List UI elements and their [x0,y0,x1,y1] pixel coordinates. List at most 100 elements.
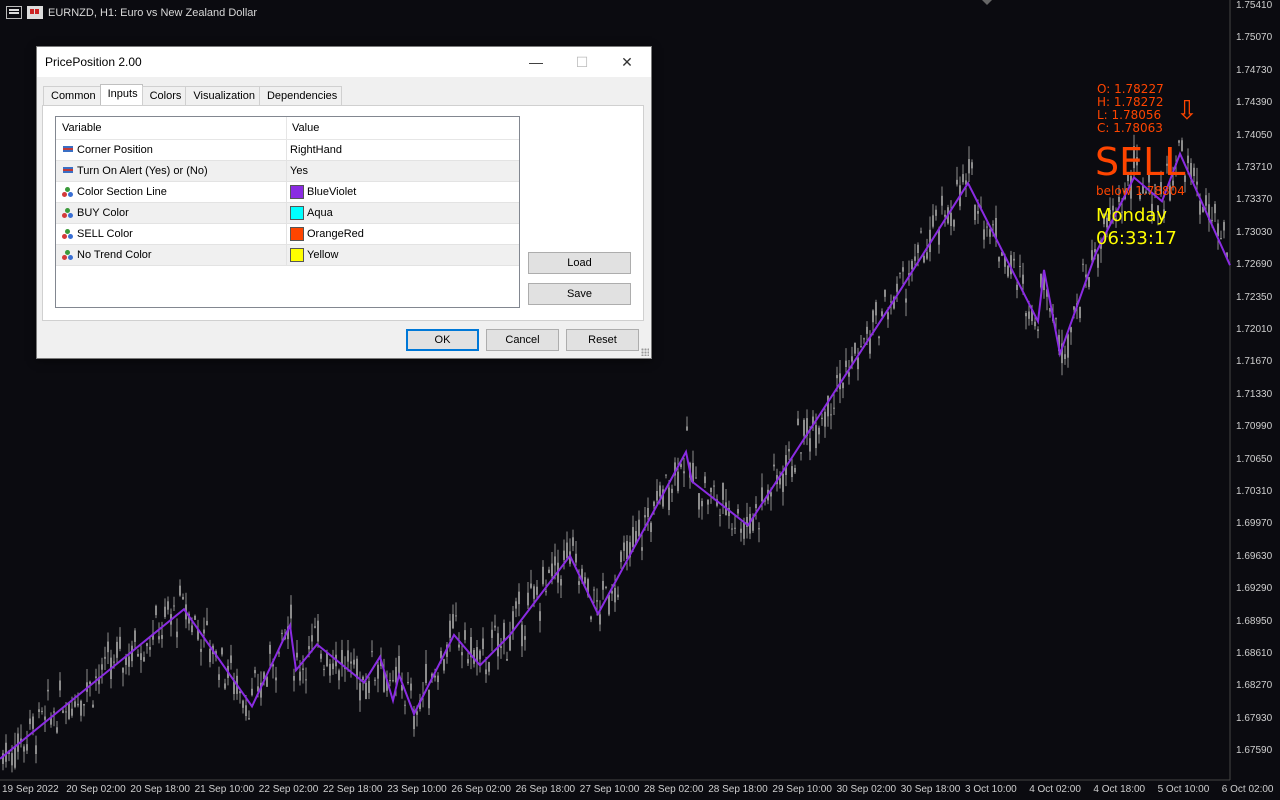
candle-body [56,727,58,733]
candle-body [302,668,304,670]
resize-grip-icon[interactable] [641,348,649,356]
inputs-panel: Variable Value Corner Position RightHand T… [42,105,644,321]
color-swatch[interactable] [290,248,304,262]
candle-body [542,566,544,585]
value-cell[interactable]: Yes [287,161,308,181]
candle-body [803,419,805,436]
candle-body [926,252,928,259]
candle-body [377,664,379,679]
candle-body [734,527,736,529]
candle-body [74,701,76,707]
tab-inputs[interactable]: Inputs [99,84,143,106]
candle-body [584,577,586,584]
one-click-trading-icon[interactable] [27,6,43,19]
candle-body [551,563,553,577]
candle-body [884,289,886,297]
candle-body [539,611,541,621]
candle-body [455,615,457,617]
table-row[interactable]: Color Section Line BlueViolet [56,182,519,203]
chart-title: EURNZD, H1: Euro vs New Zealand Dollar [6,6,257,19]
candle-body [902,267,904,272]
candle-body [194,615,196,620]
candle-body [524,636,526,640]
value-cell[interactable]: Yellow [287,245,338,265]
candle-body [665,474,667,476]
ok-button[interactable]: OK [406,329,479,351]
time-tick-label: 20 Sep 02:00 [66,784,126,795]
color-swatch[interactable] [290,227,304,241]
table-row[interactable]: BUY Color Aqua [56,203,519,224]
tab-dependencies[interactable]: Dependencies [258,86,343,106]
candle-body [818,427,820,435]
candle-body [1079,306,1081,319]
candle-body [143,657,145,662]
tab-visualization[interactable]: Visualization [185,86,260,106]
candle-body [1214,204,1216,214]
candle-body [833,407,835,409]
candle-body [248,718,250,720]
load-button[interactable]: Load [528,252,631,274]
candle-body [638,519,640,537]
candle-body [773,464,775,467]
candle-body [293,675,295,681]
variable-name: Corner Position [77,144,153,156]
candle-body [602,580,604,590]
value-cell[interactable]: RightHand [287,140,342,160]
table-row[interactable]: SELL Color OrangeRed [56,224,519,245]
candle-body [671,488,673,493]
candle-body [866,326,868,334]
minimize-button[interactable]: — [513,47,559,77]
lines-icon [62,144,74,156]
chart-shift-marker[interactable] [982,0,992,5]
candle-body [1088,277,1090,287]
candle-body [71,708,73,716]
price-tick-label: 1.72010 [1236,324,1273,335]
candle-body [644,515,646,518]
candle-body [650,522,652,533]
candle-body [809,438,811,452]
symbol-menu-icon[interactable] [6,6,22,19]
cancel-button[interactable]: Cancel [486,329,559,351]
price-tick-label: 1.69970 [1236,518,1273,530]
candle-body [506,659,508,661]
candle-body [398,656,400,674]
table-row[interactable]: Corner Position RightHand [56,140,519,161]
value-cell[interactable]: Aqua [287,203,333,223]
candle-body [854,342,856,354]
candle-body [536,586,538,595]
table-row[interactable]: No Trend Color Yellow [56,245,519,266]
candle-body [395,666,397,683]
candle-body [821,417,823,420]
candle-body [449,620,451,638]
candle-body [623,542,625,551]
column-value[interactable]: Value [287,117,319,139]
color-swatch[interactable] [290,206,304,220]
value-cell[interactable]: OrangeRed [287,224,364,244]
candle-body [842,382,844,389]
price-tick-label: 1.73710 [1236,162,1273,173]
column-variable[interactable]: Variable [56,117,287,139]
table-row[interactable]: Turn On Alert (Yes) or (No) Yes [56,161,519,182]
price-axis[interactable]: 1.75410 1.75070 1.74730 1.74390 1.74050 1.737… [1230,0,1280,780]
tab-colors[interactable]: Colors [141,86,187,106]
candle-body [935,209,937,216]
candle-body [173,605,175,607]
candle-body [710,487,712,492]
price-tick-label: 1.69630 [1236,550,1273,562]
reset-button[interactable]: Reset [566,329,639,351]
palette-icon [62,186,74,198]
candle-body [146,643,148,647]
time-tick-label: 23 Sep 10:00 [387,784,447,795]
close-button[interactable]: ✕ [604,47,650,77]
color-swatch[interactable] [290,185,304,199]
save-button[interactable]: Save [528,283,631,305]
tab-common[interactable]: Common [43,86,101,106]
dialog-titlebar[interactable]: PricePosition 2.00 — ☐ ✕ [37,47,651,77]
candle-body [320,653,322,659]
palette-icon [62,249,74,261]
time-tick-label: 26 Sep 18:00 [515,784,576,795]
maximize-button[interactable]: ☐ [559,47,605,77]
value-cell[interactable]: BlueViolet [287,182,356,202]
candle-body [44,716,46,720]
candle-body [1016,284,1018,290]
